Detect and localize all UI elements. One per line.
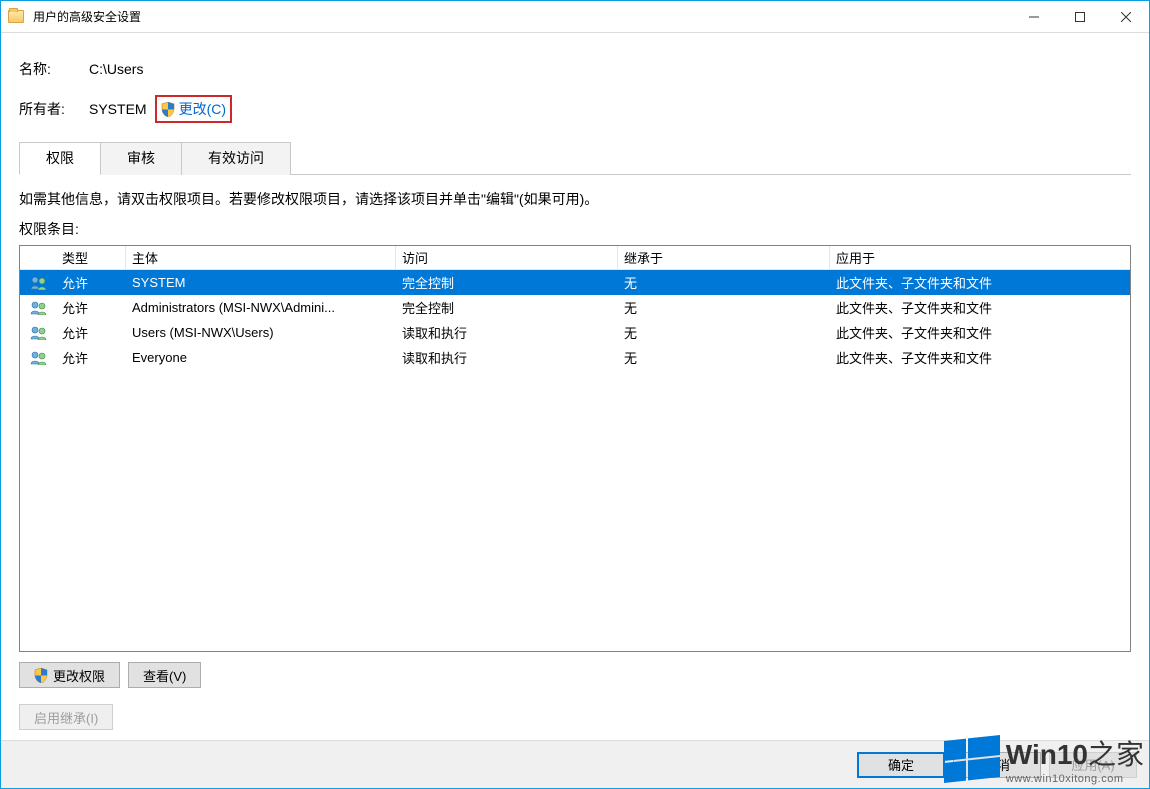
cell-type: 允许	[56, 295, 126, 320]
cell-principal: Everyone	[126, 347, 396, 368]
window-icon	[1, 10, 31, 23]
col-applies[interactable]: 应用于	[830, 245, 1130, 270]
titlebar: 用户的高级安全设置	[1, 1, 1149, 33]
tab-bar: 权限 审核 有效访问	[19, 141, 1131, 175]
col-principal[interactable]: 主体	[126, 245, 396, 270]
shield-icon	[161, 102, 175, 117]
table-header: 类型 主体 访问 继承于 应用于	[20, 246, 1130, 270]
cell-principal: Administrators (MSI-NWX\Admini...	[126, 297, 396, 318]
close-button[interactable]	[1103, 1, 1149, 32]
shield-icon	[34, 668, 48, 683]
cell-inherited: 无	[618, 345, 830, 370]
cell-type: 允许	[56, 320, 126, 345]
change-owner-link[interactable]: 更改(C)	[155, 95, 232, 123]
change-owner-text: 更改(C)	[179, 99, 226, 119]
folder-icon	[8, 10, 24, 23]
cell-principal: SYSTEM	[126, 272, 396, 293]
group-icon	[20, 323, 56, 343]
col-inherited[interactable]: 继承于	[618, 245, 830, 270]
cell-access: 完全控制	[396, 270, 618, 295]
cell-inherited: 无	[618, 295, 830, 320]
owner-label: 所有者:	[19, 99, 89, 119]
table-buttons-row: 更改权限 查看(V)	[19, 662, 1131, 688]
owner-row: 所有者: SYSTEM 更改(C)	[19, 95, 1131, 123]
cell-access: 读取和执行	[396, 345, 618, 370]
cell-access: 读取和执行	[396, 320, 618, 345]
table-row[interactable]: 允许Users (MSI-NWX\Users)读取和执行无此文件夹、子文件夹和文…	[20, 320, 1130, 345]
content-area: 名称: C:\Users 所有者: SYSTEM 更改(C) 权限	[1, 33, 1149, 740]
instruction-text: 如需其他信息，请双击权限项目。若要修改权限项目，请选择该项目并单击"编辑"(如果…	[19, 189, 1131, 209]
cell-inherited: 无	[618, 320, 830, 345]
maximize-button[interactable]	[1057, 1, 1103, 32]
view-label: 查看(V)	[143, 666, 186, 685]
col-access[interactable]: 访问	[396, 245, 618, 270]
name-label: 名称:	[19, 59, 89, 79]
cell-access: 完全控制	[396, 295, 618, 320]
dialog-footer: 确定 取消 应用(A)	[1, 740, 1149, 788]
name-row: 名称: C:\Users	[19, 59, 1131, 79]
cell-applies: 此文件夹、子文件夹和文件	[830, 270, 1130, 295]
tab-effective-access[interactable]: 有效访问	[182, 142, 291, 175]
window-title: 用户的高级安全设置	[31, 8, 141, 25]
enable-inherit-label: 启用继承(I)	[34, 708, 98, 727]
cell-principal: Users (MSI-NWX\Users)	[126, 322, 396, 343]
change-permissions-button[interactable]: 更改权限	[19, 662, 120, 688]
cell-applies: 此文件夹、子文件夹和文件	[830, 320, 1130, 345]
tab-auditing[interactable]: 审核	[101, 142, 182, 175]
table-body: 允许SYSTEM完全控制无此文件夹、子文件夹和文件 允许Administrato…	[20, 270, 1130, 651]
col-type[interactable]: 类型	[56, 245, 126, 270]
inherit-row: 启用继承(I)	[19, 704, 1131, 730]
name-value: C:\Users	[89, 61, 143, 77]
view-button[interactable]: 查看(V)	[128, 662, 201, 688]
table-row[interactable]: 允许Everyone读取和执行无此文件夹、子文件夹和文件	[20, 345, 1130, 370]
minimize-button[interactable]	[1011, 1, 1057, 32]
tab-permissions[interactable]: 权限	[19, 142, 101, 175]
cancel-button[interactable]: 取消	[953, 752, 1041, 778]
advanced-security-window: 用户的高级安全设置 名称: C:\Users 所有者: SYSTEM	[0, 0, 1150, 789]
cell-type: 允许	[56, 270, 126, 295]
cell-inherited: 无	[618, 270, 830, 295]
table-row[interactable]: 允许Administrators (MSI-NWX\Admini...完全控制无…	[20, 295, 1130, 320]
change-permissions-label: 更改权限	[53, 666, 105, 685]
table-row[interactable]: 允许SYSTEM完全控制无此文件夹、子文件夹和文件	[20, 270, 1130, 295]
permissions-table: 类型 主体 访问 继承于 应用于 允许SYSTEM完全控制无此文件夹、子文件夹和…	[19, 245, 1131, 652]
cell-type: 允许	[56, 345, 126, 370]
group-icon	[20, 298, 56, 318]
owner-value: SYSTEM	[89, 101, 147, 117]
apply-button: 应用(A)	[1049, 752, 1137, 778]
group-icon	[20, 348, 56, 368]
enable-inheritance-button: 启用继承(I)	[19, 704, 113, 730]
cell-applies: 此文件夹、子文件夹和文件	[830, 345, 1130, 370]
col-icon[interactable]	[20, 255, 56, 261]
entries-label: 权限条目:	[19, 219, 1131, 239]
group-icon	[20, 273, 56, 293]
cell-applies: 此文件夹、子文件夹和文件	[830, 295, 1130, 320]
ok-button[interactable]: 确定	[857, 752, 945, 778]
